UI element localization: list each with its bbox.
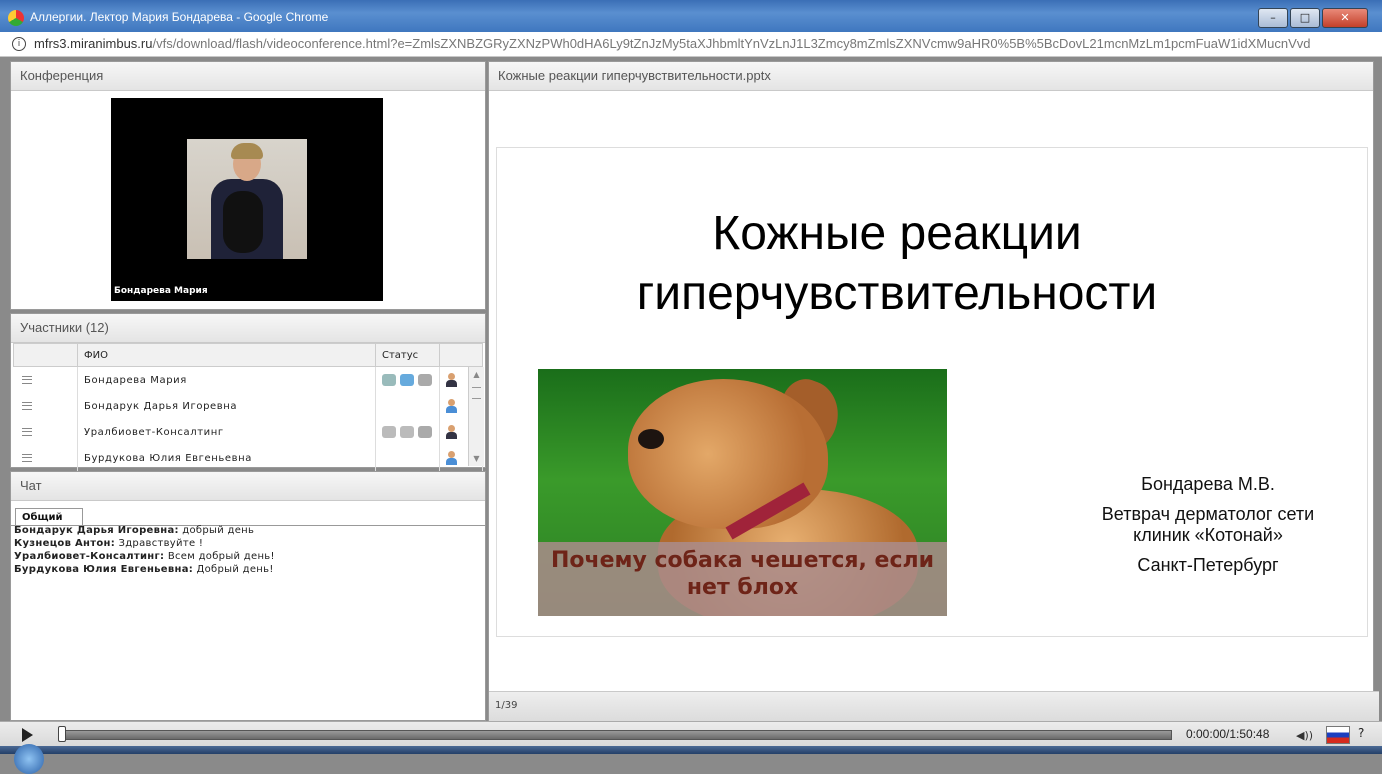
player-bar: 0:00:00/1:50:48 ◀)) ?: [0, 721, 1382, 747]
volume-icon[interactable]: ◀)): [1296, 729, 1313, 742]
seek-bar[interactable]: [60, 730, 1172, 740]
participant-row[interactable]: Уралбиовет-Консалтинг: [13, 419, 483, 445]
help-button[interactable]: ?: [1358, 726, 1364, 740]
drag-handle-icon[interactable]: [21, 428, 32, 436]
slide-page-indicator: 1/39: [489, 691, 1379, 721]
presentation-header: Кожные реакции гиперчувствительности.ppt…: [489, 62, 1373, 91]
microphone-off-icon[interactable]: [382, 426, 396, 438]
chat-message-text: Добрый день!: [193, 564, 274, 575]
presenter-icon: [446, 425, 457, 439]
speaker-camera-image: [187, 139, 307, 259]
slide-viewport: Кожные реакции гиперчувствительности Поч…: [490, 91, 1372, 691]
scroll-down-icon[interactable]: ▼: [471, 453, 482, 464]
participant-name: Бондарук Дарья Игоревна: [77, 393, 376, 419]
role-column-header: [439, 343, 483, 367]
url-host: mfrs3.miranimbus.ru: [34, 36, 153, 51]
presenter-icon: [446, 373, 457, 387]
playback-time: 0:00:00/1:50:48: [1186, 727, 1270, 741]
camera-off-icon[interactable]: [400, 426, 414, 438]
chat-message-author: Кузнецов Антон:: [14, 538, 116, 549]
chat-message: Уралбиовет-Консалтинг: Всем добрый день!: [14, 550, 275, 563]
slide-title-line-1: Кожные реакции: [712, 207, 1082, 260]
scroll-thumb[interactable]: [472, 387, 481, 399]
user-icon: [446, 399, 457, 413]
participants-header: Участники (12): [11, 314, 485, 343]
user-icon: [446, 451, 457, 465]
drag-handle-icon[interactable]: [21, 454, 32, 462]
screen-off-icon[interactable]: [418, 426, 432, 438]
close-button[interactable]: ✕: [1322, 8, 1368, 28]
chat-header: Чат: [11, 472, 485, 501]
chat-message: Бондарук Дарья Игоревна: добрый день: [14, 524, 275, 537]
camera-icon[interactable]: [400, 374, 414, 386]
name-column-header[interactable]: ФИО: [77, 343, 376, 367]
slide-title-line-2: гиперчувствительности: [636, 267, 1158, 320]
participant-name: Уралбиовет-Консалтинг: [77, 419, 376, 445]
drag-handle-icon[interactable]: [21, 402, 32, 410]
minimize-button[interactable]: –: [1258, 8, 1288, 28]
participants-table: ФИО Статус Бондарева Мария Бондарук Дарь…: [13, 343, 483, 471]
video-speaker-name: Бондарева Мария: [114, 286, 208, 296]
seek-handle[interactable]: [58, 726, 66, 742]
url-text[interactable]: mfrs3.miranimbus.ru/vfs/download/flash/v…: [34, 36, 1310, 51]
slide-author-block: Бондарева М.В. Ветврач дерматолог сети к…: [1073, 474, 1343, 585]
conference-panel: Конференция Бондарева Мария: [10, 61, 486, 310]
chat-message-author: Уралбиовет-Консалтинг:: [14, 551, 165, 562]
chat-message-text: Здравствуйте !: [115, 538, 204, 549]
author-name: Бондарева М.В.: [1141, 474, 1275, 494]
conference-header: Конференция: [11, 62, 485, 91]
presentation-panel: Кожные реакции гиперчувствительности.ppt…: [488, 61, 1379, 721]
drag-handle-icon[interactable]: [21, 376, 32, 384]
scroll-up-icon[interactable]: ▲: [471, 369, 482, 380]
participants-scrollbar[interactable]: ▲ ▼: [468, 367, 484, 466]
participant-name: Бондарева Мария: [77, 366, 376, 393]
slide-title: Кожные реакции гиперчувствительности: [497, 204, 1297, 324]
address-bar[interactable]: i mfrs3.miranimbus.ru/vfs/download/flash…: [0, 32, 1382, 57]
drag-column-header: [13, 343, 78, 367]
participant-name: Бурдукова Юлия Евгеньевна: [77, 445, 376, 471]
chrome-logo-icon: [8, 10, 24, 26]
author-role: Ветврач дерматолог сети клиник «Котонай»: [1101, 504, 1315, 545]
maximize-button[interactable]: □: [1290, 8, 1320, 28]
russian-flag-icon[interactable]: [1326, 726, 1350, 744]
play-icon[interactable]: [22, 728, 33, 742]
chat-message: Бурдукова Юлия Евгеньевна: Добрый день!: [14, 563, 275, 576]
window-titlebar: Аллергии. Лектор Мария Бондарева - Googl…: [0, 0, 1382, 32]
window-title: Аллергии. Лектор Мария Бондарева - Googl…: [30, 10, 329, 24]
microphone-icon[interactable]: [382, 374, 396, 386]
video-feed[interactable]: Бондарева Мария: [111, 98, 383, 301]
chat-panel: Чат Общий Бондарук Дарья Игоревна: добры…: [10, 471, 486, 721]
participant-row[interactable]: Бондарук Дарья Игоревна: [13, 393, 483, 419]
author-city: Санкт-Петербург: [1137, 555, 1279, 575]
participant-row[interactable]: Бурдукова Юлия Евгеньевна: [13, 445, 483, 471]
participant-row[interactable]: Бондарева Мария: [13, 366, 483, 393]
chat-message-text: добрый день: [178, 525, 255, 536]
slide: Кожные реакции гиперчувствительности Поч…: [496, 147, 1368, 637]
screen-off-icon[interactable]: [418, 374, 432, 386]
url-path: /vfs/download/flash/videoconference.html…: [152, 36, 1311, 51]
caption-line-1: Почему собака чешется, если: [550, 548, 935, 573]
status-column-header[interactable]: Статус: [375, 343, 440, 367]
windows-taskbar: [0, 744, 1382, 774]
chat-messages: Бондарук Дарья Игоревна: добрый день Куз…: [14, 524, 275, 576]
start-orb-icon[interactable]: [14, 744, 44, 774]
chat-message: Кузнецов Антон: Здравствуйте !: [14, 537, 275, 550]
dog-image: Почему собака чешется, если нет блох: [538, 369, 947, 616]
chat-message-author: Бондарук Дарья Игоревна:: [14, 525, 179, 536]
info-icon[interactable]: i: [12, 37, 26, 51]
caption-line-2: нет блох: [686, 575, 799, 600]
dog-image-caption: Почему собака чешется, если нет блох: [538, 547, 947, 601]
participants-panel: Участники (12) ФИО Статус Бондарева Мари…: [10, 313, 486, 471]
chat-message-text: Всем добрый день!: [164, 551, 275, 562]
chat-message-author: Бурдукова Юлия Евгеньевна:: [14, 564, 194, 575]
